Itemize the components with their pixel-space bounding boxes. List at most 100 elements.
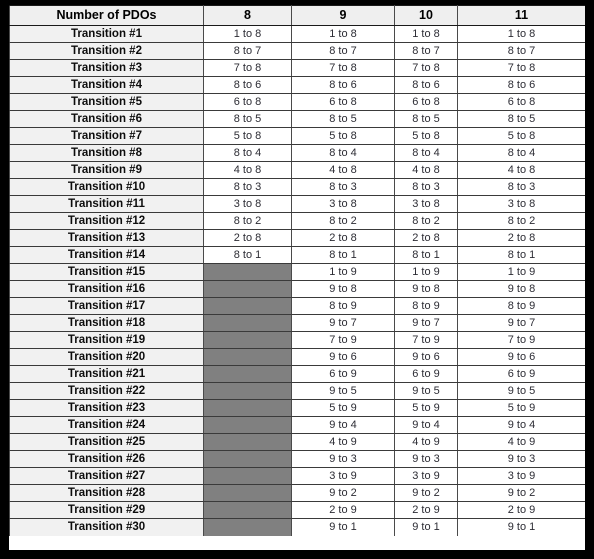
blocked-cell [203, 433, 292, 451]
row-label-cell: Transition #27 [9, 467, 204, 485]
row-label-cell: Transition #5 [9, 93, 204, 111]
table-row: Transition #17 8 to 98 to 98 to 9 [9, 297, 585, 315]
row-label-cell: Transition #23 [9, 399, 204, 417]
transition-cell: 1 to 8 [457, 25, 585, 43]
transition-cell: 8 to 6 [203, 76, 292, 94]
blocked-cell [203, 399, 292, 417]
transition-cell: 9 to 4 [457, 416, 585, 434]
header-column-10: 10 [394, 5, 458, 26]
transition-cell: 9 to 6 [291, 348, 395, 366]
header-number-of-pdos: Number of PDOs [9, 5, 204, 26]
transition-cell: 9 to 4 [394, 416, 458, 434]
row-label-cell: Transition #19 [9, 331, 204, 349]
transition-cell: 8 to 1 [394, 246, 458, 264]
table-container: Number of PDOs 8 9 10 11 Transition #1 1 … [9, 5, 585, 550]
transition-cell: 6 to 8 [394, 93, 458, 111]
table-row: Transition #4 8 to 68 to 68 to 68 to 6 [9, 76, 585, 94]
transition-cell: 2 to 8 [457, 229, 585, 247]
transition-cell: 2 to 9 [457, 501, 585, 519]
table-row: Transition #6 8 to 58 to 58 to 58 to 5 [9, 110, 585, 128]
transition-cell: 4 to 8 [203, 161, 292, 179]
table-row: Transition #28 9 to 29 to 29 to 2 [9, 484, 585, 502]
transition-cell: 7 to 8 [394, 59, 458, 77]
table-row: Transition #23 5 to 95 to 95 to 9 [9, 399, 585, 417]
transition-cell: 6 to 8 [291, 93, 395, 111]
transition-cell: 5 to 9 [457, 399, 585, 417]
transition-cell: 7 to 9 [291, 331, 395, 349]
transition-cell: 8 to 7 [457, 42, 585, 60]
header-column-8: 8 [203, 5, 292, 26]
transition-cell: 3 to 9 [394, 467, 458, 485]
row-label-cell: Transition #11 [9, 195, 204, 213]
blocked-cell [203, 467, 292, 485]
transition-cell: 9 to 4 [291, 416, 395, 434]
row-label-cell: Transition #10 [9, 178, 204, 196]
row-label-cell: Transition #8 [9, 144, 204, 162]
transition-cell: 4 to 9 [457, 433, 585, 451]
transition-cell: 8 to 1 [203, 246, 292, 264]
table-row: Transition #15 1 to 91 to 91 to 9 [9, 263, 585, 281]
transition-cell: 8 to 1 [457, 246, 585, 264]
transition-cell: 8 to 2 [203, 212, 292, 230]
transition-cell: 3 to 9 [457, 467, 585, 485]
transition-cell: 2 to 9 [291, 501, 395, 519]
row-label-cell: Transition #17 [9, 297, 204, 315]
row-label-cell: Transition #26 [9, 450, 204, 468]
table-row: Transition #22 9 to 59 to 59 to 5 [9, 382, 585, 400]
transition-cell: 8 to 7 [394, 42, 458, 60]
transition-cell: 6 to 9 [457, 365, 585, 383]
transition-cell: 8 to 5 [291, 110, 395, 128]
transition-cell: 4 to 8 [291, 161, 395, 179]
transition-cell: 8 to 9 [394, 297, 458, 315]
transition-cell: 8 to 4 [457, 144, 585, 162]
table-row: Transition #9 4 to 84 to 84 to 84 to 8 [9, 161, 585, 179]
transition-cell: 9 to 3 [291, 450, 395, 468]
blocked-cell [203, 297, 292, 315]
row-label-cell: Transition #24 [9, 416, 204, 434]
table-head: Number of PDOs 8 9 10 11 [9, 5, 585, 26]
blocked-cell [203, 501, 292, 519]
transition-cell: 8 to 9 [457, 297, 585, 315]
transition-cell: 2 to 8 [394, 229, 458, 247]
transition-cell: 9 to 5 [457, 382, 585, 400]
table-row: Transition #8 8 to 48 to 48 to 48 to 4 [9, 144, 585, 162]
transition-cell: 9 to 3 [457, 450, 585, 468]
transition-cell: 8 to 7 [203, 42, 292, 60]
transition-cell: 8 to 1 [291, 246, 395, 264]
blocked-cell [203, 263, 292, 281]
transition-cell: 1 to 8 [203, 25, 292, 43]
row-label-cell: Transition #28 [9, 484, 204, 502]
transition-cell: 2 to 8 [203, 229, 292, 247]
transition-cell: 9 to 2 [291, 484, 395, 502]
transition-cell: 6 to 8 [457, 93, 585, 111]
blocked-cell [203, 382, 292, 400]
table-row: Transition #26 9 to 39 to 39 to 3 [9, 450, 585, 468]
table-row: Transition #29 2 to 92 to 92 to 9 [9, 501, 585, 519]
transition-cell: 5 to 8 [457, 127, 585, 145]
transition-cell: 9 to 8 [457, 280, 585, 298]
transition-cell: 7 to 9 [457, 331, 585, 349]
table-row: Transition #10 8 to 38 to 38 to 38 to 3 [9, 178, 585, 196]
table-row: Transition #5 6 to 86 to 86 to 86 to 8 [9, 93, 585, 111]
row-label-cell: Transition #4 [9, 76, 204, 94]
transition-cell: 3 to 9 [291, 467, 395, 485]
transition-cell: 9 to 7 [394, 314, 458, 332]
blocked-cell [203, 518, 292, 536]
transition-cell: 9 to 1 [457, 518, 585, 536]
table-row: Transition #2 8 to 78 to 78 to 78 to 7 [9, 42, 585, 60]
table-row: Transition #18 9 to 79 to 79 to 7 [9, 314, 585, 332]
transition-cell: 8 to 3 [394, 178, 458, 196]
transition-cell: 9 to 7 [457, 314, 585, 332]
transition-cell: 1 to 9 [394, 263, 458, 281]
row-label-cell: Transition #20 [9, 348, 204, 366]
row-label-cell: Transition #9 [9, 161, 204, 179]
transition-cell: 8 to 2 [291, 212, 395, 230]
blocked-cell [203, 450, 292, 468]
transition-cell: 8 to 5 [457, 110, 585, 128]
row-label-cell: Transition #7 [9, 127, 204, 145]
row-label-cell: Transition #18 [9, 314, 204, 332]
blocked-cell [203, 365, 292, 383]
transition-cell: 9 to 8 [291, 280, 395, 298]
transition-cell: 8 to 6 [394, 76, 458, 94]
screenshot-frame: Number of PDOs 8 9 10 11 Transition #1 1 … [0, 0, 594, 559]
